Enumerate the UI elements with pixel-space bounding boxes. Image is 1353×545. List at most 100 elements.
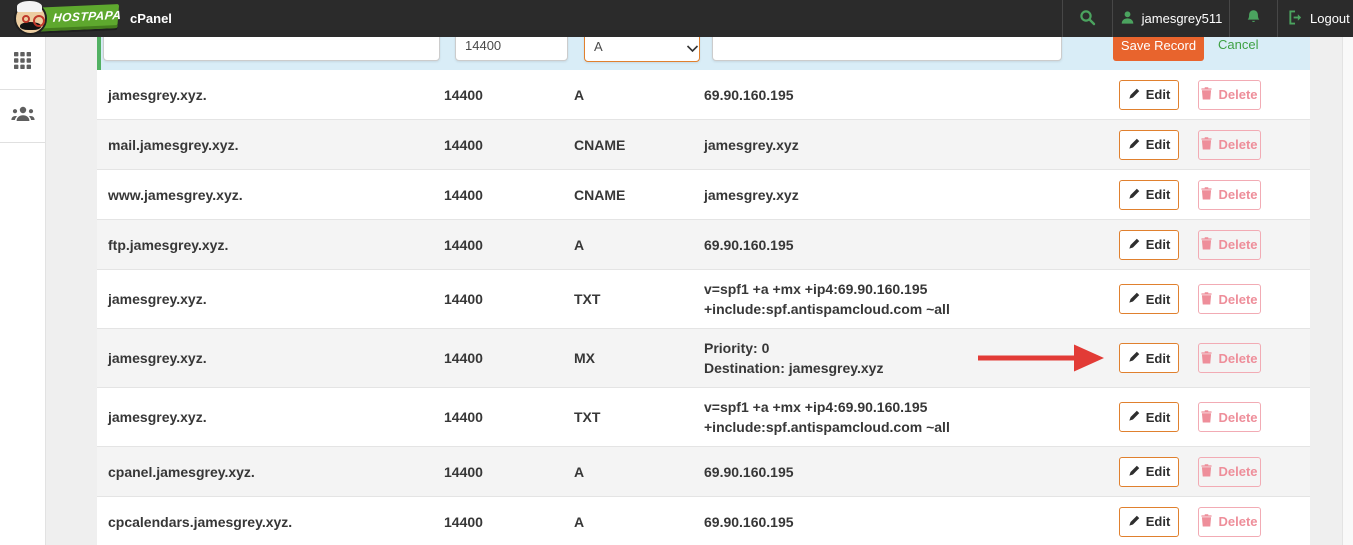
edit-button-label: Edit <box>1145 187 1171 202</box>
delete-button[interactable]: Delete <box>1198 229 1261 260</box>
trash-icon <box>1201 514 1213 529</box>
record-value: v=spf1 +a +mx +ip4:69.90.160.195 +includ… <box>704 399 950 435</box>
record-name: mail.jamesgrey.xyz. <box>108 136 239 153</box>
row-actions: Edit Delete <box>1119 179 1261 210</box>
dns-record-row: www.jamesgrey.xyz. 14400 CNAME jamesgrey… <box>97 170 1310 220</box>
edit-button[interactable]: Edit <box>1119 179 1179 210</box>
sidebar-item-apps[interactable] <box>0 37 45 90</box>
edit-button-label: Edit <box>1145 350 1171 366</box>
delete-button-label: Delete <box>1218 237 1258 252</box>
edit-button-label: Edit <box>1145 409 1171 425</box>
pencil-icon <box>1128 238 1140 252</box>
red-arrow-annotation <box>978 344 1104 372</box>
user-icon <box>1120 10 1135 28</box>
record-type: A <box>574 513 585 530</box>
trash-icon <box>1201 187 1213 202</box>
left-sidebar <box>0 37 46 545</box>
delete-button-label: Delete <box>1218 350 1258 366</box>
record-ttl: 14400 <box>444 513 483 530</box>
trash-icon <box>1201 237 1213 252</box>
delete-button-label: Delete <box>1218 187 1258 202</box>
username-text: jamesgrey511 <box>1141 11 1223 26</box>
edit-button-label: Edit <box>1145 291 1171 307</box>
delete-button[interactable]: Delete <box>1198 79 1261 110</box>
edit-button[interactable]: Edit <box>1119 343 1179 373</box>
dns-record-row: jamesgrey.xyz. 14400 A 69.90.160.195 Edi… <box>97 70 1310 120</box>
record-name: ftp.jamesgrey.xyz. <box>108 236 229 253</box>
record-ttl: 14400 <box>444 86 483 103</box>
record-name: www.jamesgrey.xyz. <box>108 186 243 203</box>
hostpapa-mascot-icon <box>14 1 47 35</box>
search-button[interactable] <box>1062 0 1112 37</box>
record-ttl: 14400 <box>444 409 483 425</box>
notifications-button[interactable] <box>1229 0 1277 37</box>
record-type: TXT <box>574 409 601 425</box>
record-type: A <box>574 463 585 480</box>
record-value: jamesgrey.xyz <box>704 186 799 203</box>
delete-button-label: Delete <box>1218 291 1258 307</box>
record-ttl: 14400 <box>444 463 483 480</box>
sidebar-item-users[interactable] <box>0 90 45 143</box>
delete-button[interactable]: Delete <box>1198 129 1261 160</box>
record-value: v=spf1 +a +mx +ip4:69.90.160.195 +includ… <box>704 281 950 317</box>
record-ttl: 14400 <box>444 236 483 253</box>
trash-icon <box>1201 350 1213 366</box>
record-type: A <box>574 86 585 103</box>
delete-button[interactable]: Delete <box>1198 284 1261 314</box>
hostpapa-logo[interactable]: HOSTPAPA <box>8 0 126 40</box>
edit-button[interactable]: Edit <box>1119 79 1179 110</box>
row-actions: Edit Delete <box>1119 506 1261 537</box>
edit-button-label: Edit <box>1145 237 1171 252</box>
dns-record-row: ftp.jamesgrey.xyz. 14400 A 69.90.160.195… <box>97 220 1310 270</box>
edit-button[interactable]: Edit <box>1119 506 1179 537</box>
top-navbar: HOSTPAPA cPanel jamesgrey511 Logout <box>0 0 1353 37</box>
dns-record-row: mail.jamesgrey.xyz. 14400 CNAME jamesgre… <box>97 120 1310 170</box>
delete-button[interactable]: Delete <box>1198 506 1261 537</box>
dns-zone-editor: A Save Record Cancel jamesgrey.xyz. 1440… <box>97 0 1310 545</box>
row-actions: Edit Delete <box>1119 402 1261 432</box>
pencil-icon <box>1128 515 1140 529</box>
pencil-icon <box>1128 88 1140 102</box>
edit-button-label: Edit <box>1145 464 1171 479</box>
record-value: 69.90.160.195 <box>704 236 794 253</box>
edit-button[interactable]: Edit <box>1119 129 1179 160</box>
edit-button[interactable]: Edit <box>1119 229 1179 260</box>
delete-button[interactable]: Delete <box>1198 343 1261 373</box>
record-ttl: 14400 <box>444 350 483 366</box>
edit-button[interactable]: Edit <box>1119 284 1179 314</box>
mascot-glasses <box>22 15 45 27</box>
pencil-icon <box>1128 465 1140 479</box>
delete-button[interactable]: Delete <box>1198 402 1261 432</box>
record-value: 69.90.160.195 <box>704 513 794 530</box>
record-type: A <box>574 236 585 253</box>
pencil-icon <box>1128 138 1140 152</box>
navbar-right: jamesgrey511 Logout <box>1062 0 1353 37</box>
pencil-icon <box>1128 351 1140 365</box>
trash-icon <box>1201 137 1213 152</box>
delete-button-label: Delete <box>1218 409 1258 425</box>
logout-label: Logout <box>1310 11 1350 26</box>
pencil-icon <box>1128 292 1140 306</box>
row-actions: Edit Delete <box>1119 343 1261 373</box>
logout-button[interactable]: Logout <box>1277 0 1353 37</box>
trash-icon <box>1201 464 1213 479</box>
dns-record-row: jamesgrey.xyz. 14400 TXT v=spf1 +a +mx +… <box>97 270 1310 329</box>
account-menu[interactable]: jamesgrey511 <box>1112 0 1229 37</box>
delete-button-label: Delete <box>1218 514 1258 529</box>
record-type: MX <box>574 350 595 366</box>
edit-button-label: Edit <box>1145 514 1171 529</box>
edit-button[interactable]: Edit <box>1119 402 1179 432</box>
record-ttl: 14400 <box>444 136 483 153</box>
page-scrollbar[interactable] <box>1342 37 1353 545</box>
cancel-link[interactable]: Cancel <box>1218 37 1258 52</box>
cpanel-title: cPanel <box>130 11 172 26</box>
delete-button[interactable]: Delete <box>1198 456 1261 487</box>
record-name: jamesgrey.xyz. <box>108 350 207 366</box>
record-ttl: 14400 <box>444 291 483 307</box>
edit-button[interactable]: Edit <box>1119 456 1179 487</box>
dns-record-row: jamesgrey.xyz. 14400 MX Priority: 0 Dest… <box>97 329 1310 388</box>
dns-record-row: cpanel.jamesgrey.xyz. 14400 A 69.90.160.… <box>97 447 1310 497</box>
row-actions: Edit Delete <box>1119 79 1261 110</box>
delete-button[interactable]: Delete <box>1198 179 1261 210</box>
row-actions: Edit Delete <box>1119 284 1261 314</box>
